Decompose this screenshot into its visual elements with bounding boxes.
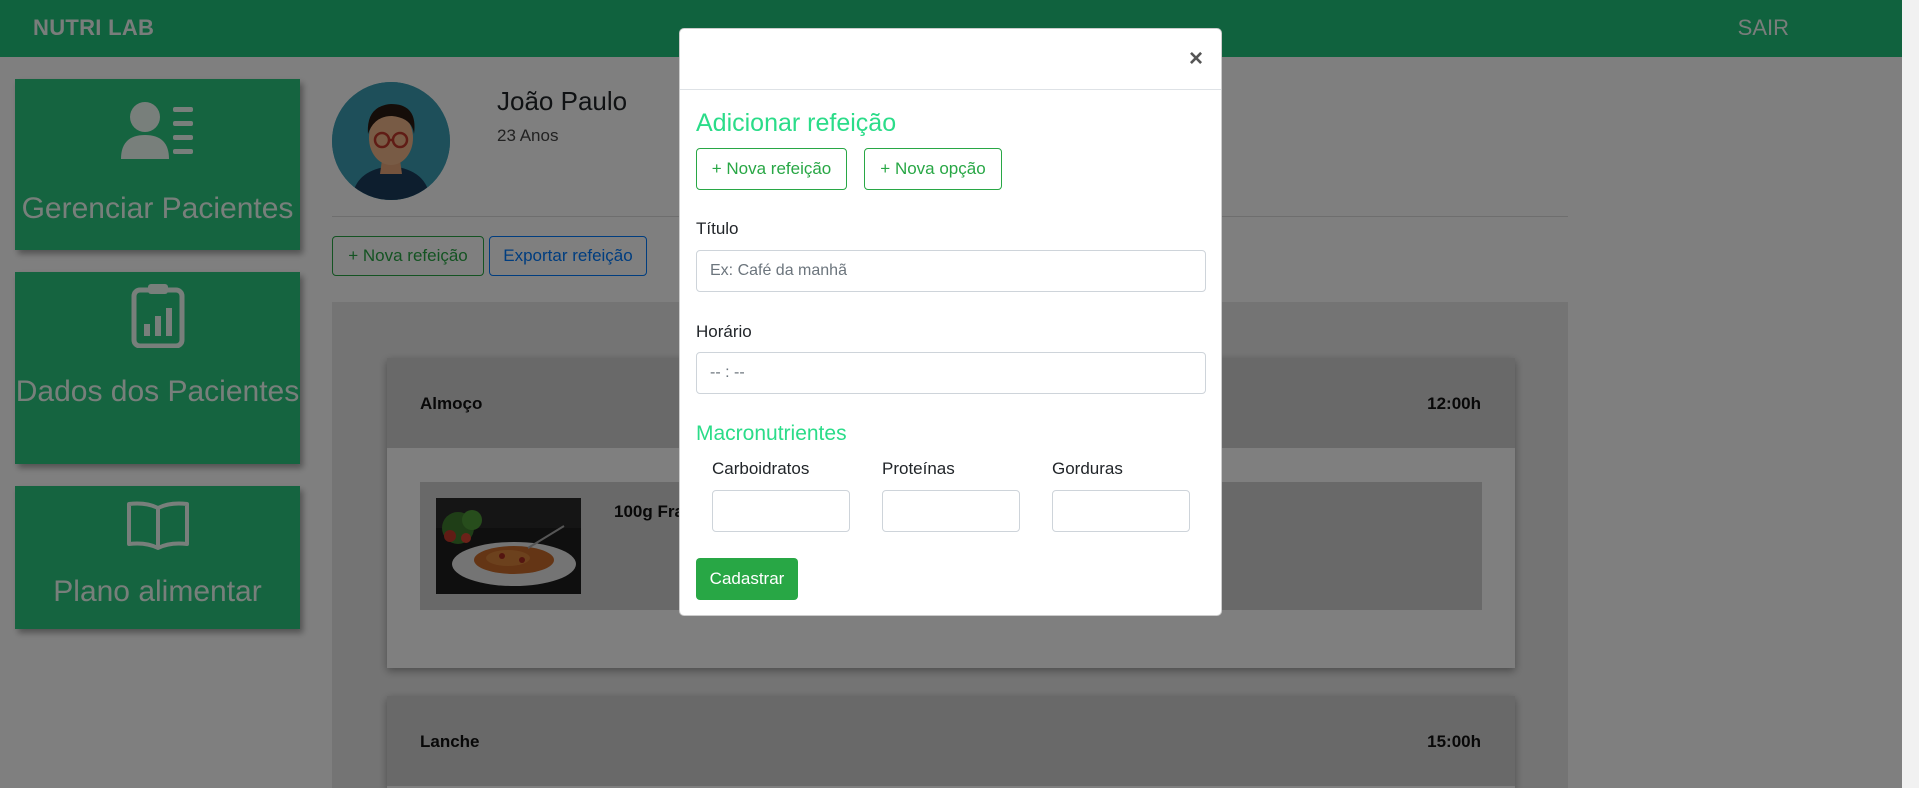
fat-label: Gorduras: [1052, 459, 1123, 478]
time-label: Horário: [696, 322, 752, 341]
carbs-input[interactable]: [712, 490, 850, 532]
close-icon[interactable]: ×: [1189, 47, 1203, 71]
title-input[interactable]: Ex: Café da manhã: [696, 250, 1206, 292]
title-label: Título: [696, 219, 739, 238]
modal-title: Adicionar refeição: [696, 109, 897, 137]
page-scrollbar[interactable]: [1902, 0, 1919, 788]
modal-header: ×: [680, 29, 1221, 90]
protein-label: Proteínas: [882, 459, 955, 478]
fat-input[interactable]: [1052, 490, 1190, 532]
submit-button[interactable]: Cadastrar: [696, 558, 798, 600]
macros-title: Macronutrientes: [696, 422, 847, 445]
modal-new-meal-button[interactable]: + Nova refeição: [696, 148, 847, 190]
carbs-label: Carboidratos: [712, 459, 810, 478]
protein-input[interactable]: [882, 490, 1020, 532]
add-meal-modal: × Adicionar refeição + Nova refeição + N…: [679, 28, 1222, 616]
time-input[interactable]: -- : --: [696, 352, 1206, 394]
modal-new-option-button[interactable]: + Nova opção: [864, 148, 1002, 190]
